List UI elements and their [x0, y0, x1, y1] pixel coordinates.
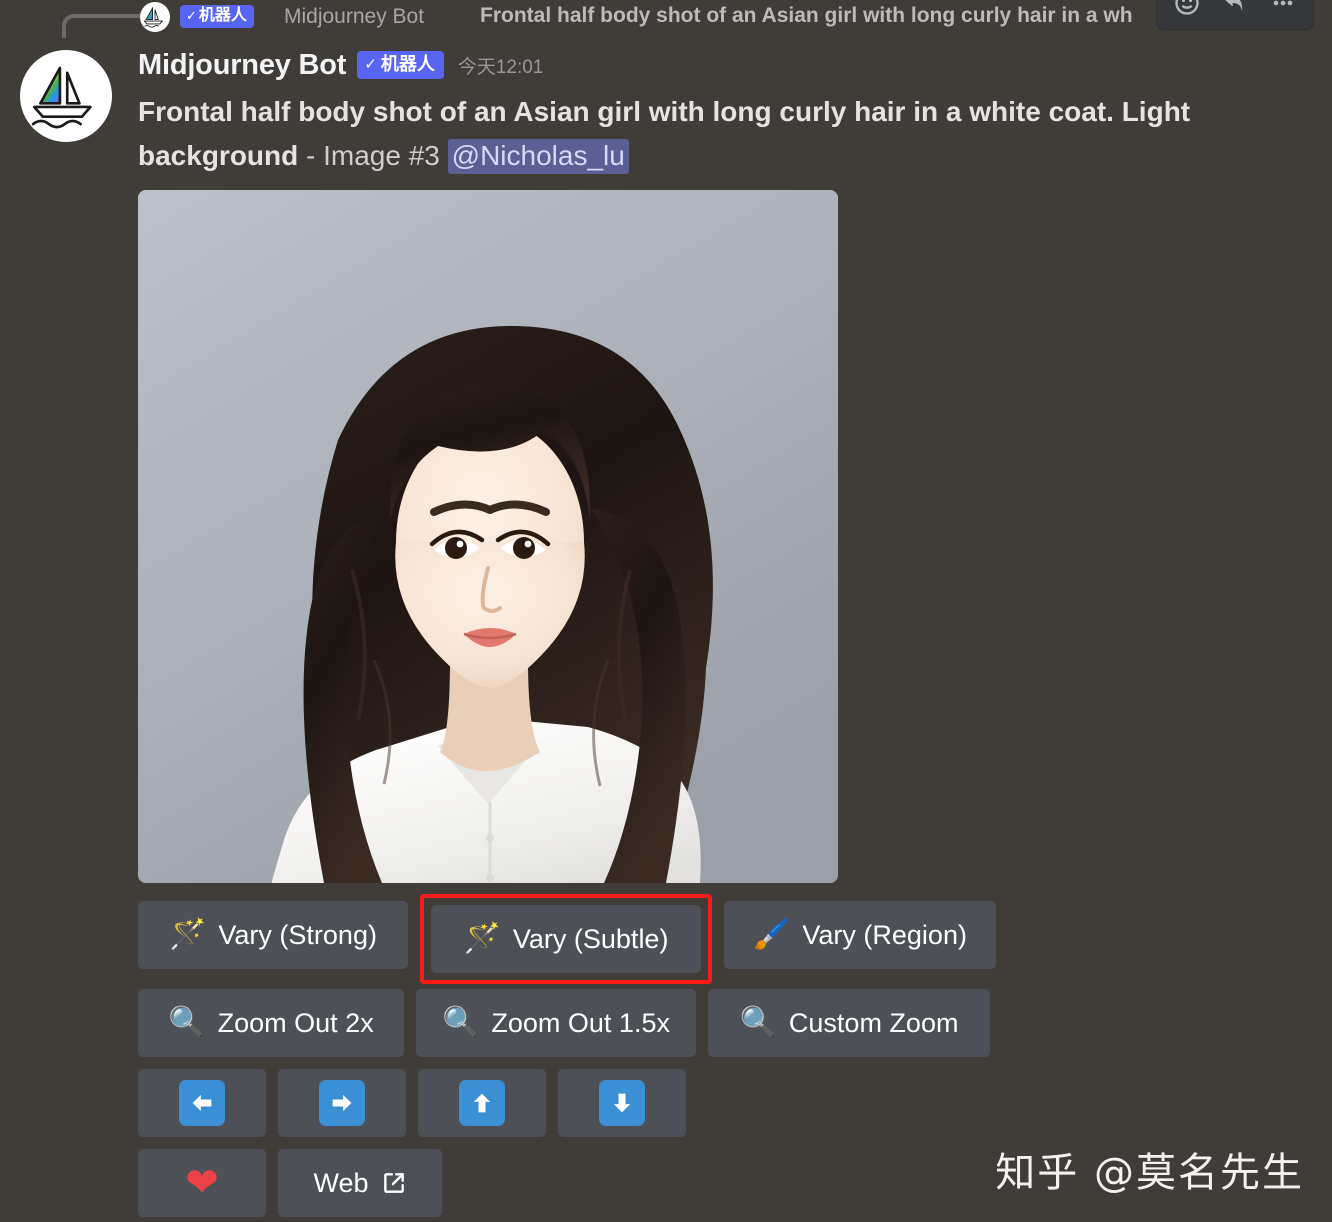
reply-bot-badge: ✓ 机器人	[180, 5, 254, 28]
reply-elbow-line	[62, 14, 140, 38]
reply-avatar	[140, 2, 170, 32]
message-hover-toolbar[interactable]	[1156, 0, 1314, 30]
message-text: Frontal half body shot of an Asian girl …	[138, 90, 1268, 178]
zoom-out-2x-button[interactable]: 🔍 Zoom Out 2x	[138, 989, 404, 1057]
bot-message: Midjourney Bot ✓ 机器人 今天12:01 Frontal half…	[0, 44, 1332, 1222]
magnifier-icon: 🔍	[739, 1006, 777, 1039]
web-label: Web	[313, 1167, 369, 1198]
reply-bot-badge-label: 机器人	[198, 7, 247, 24]
favorite-button[interactable]: ❤	[138, 1149, 266, 1217]
reply-icon[interactable]	[1213, 0, 1257, 23]
add-reaction-icon[interactable]	[1165, 0, 1209, 23]
generated-image-content	[138, 190, 838, 883]
magic-wand-icon: 🪄	[463, 922, 501, 955]
image-index-text: - Image #3	[298, 140, 448, 171]
verified-check-icon: ✓	[364, 55, 377, 73]
magnifier-icon: 🔍	[168, 1006, 206, 1039]
vary-strong-button[interactable]: 🪄 Vary (Strong)	[138, 901, 408, 969]
avatar[interactable]	[20, 50, 112, 142]
zoom-out-2x-label: Zoom Out 2x	[217, 1007, 374, 1038]
verified-check-icon: ✓	[186, 8, 197, 23]
vary-subtle-label: Vary (Subtle)	[512, 923, 669, 954]
pan-up-button[interactable]	[418, 1069, 546, 1137]
arrow-up-icon	[459, 1080, 505, 1126]
zoom-out-15x-button[interactable]: 🔍 Zoom Out 1.5x	[416, 989, 696, 1057]
custom-zoom-button[interactable]: 🔍 Custom Zoom	[708, 989, 990, 1057]
heart-icon: ❤	[185, 1161, 219, 1205]
message-timestamp: 今天12:01	[457, 56, 544, 78]
pan-left-button[interactable]	[138, 1069, 266, 1137]
more-options-icon[interactable]	[1261, 0, 1305, 23]
watermark: 知乎 @莫名先生	[995, 1150, 1304, 1196]
reply-context-strip[interactable]: ✓ 机器人 Midjourney Bot Frontal half body sh…	[0, 0, 1332, 38]
arrow-left-icon	[179, 1080, 225, 1126]
zoom-out-15x-label: Zoom Out 1.5x	[491, 1007, 670, 1038]
message-header: Midjourney Bot ✓ 机器人 今天12:01	[138, 44, 1332, 86]
paintbrush-icon: 🖌️	[753, 918, 791, 951]
user-mention[interactable]: @Nicholas_lu	[447, 139, 629, 174]
arrow-down-icon	[599, 1080, 645, 1126]
bot-badge: ✓ 机器人	[357, 51, 444, 79]
magic-wand-icon: 🪄	[169, 918, 207, 951]
button-row-vary: 🪄 Vary (Strong) 🪄 Vary (Subtle) 🖌️ Vary …	[138, 894, 1332, 984]
bot-badge-label: 机器人	[380, 54, 435, 75]
pan-down-button[interactable]	[558, 1069, 686, 1137]
vary-region-label: Vary (Region)	[802, 919, 967, 950]
midjourney-sailboat-logo	[31, 66, 92, 129]
reply-preview-text[interactable]: Frontal half body shot of an Asian girl …	[480, 4, 1133, 28]
external-link-icon	[381, 1170, 407, 1196]
arrow-right-icon	[319, 1080, 365, 1126]
prompt-text: Frontal half body shot of an Asian girl …	[138, 96, 1191, 171]
vary-subtle-button[interactable]: 🪄 Vary (Subtle)	[431, 905, 701, 973]
generated-image[interactable]	[138, 190, 838, 883]
author-name[interactable]: Midjourney Bot	[138, 49, 346, 82]
button-row-zoom: 🔍 Zoom Out 2x 🔍 Zoom Out 1.5x 🔍 Custom Z…	[138, 989, 1332, 1057]
reply-author-name[interactable]: Midjourney Bot	[284, 5, 424, 29]
magnifier-icon: 🔍	[442, 1006, 480, 1039]
pan-right-button[interactable]	[278, 1069, 406, 1137]
midjourney-sailboat-logo	[143, 6, 164, 28]
vary-strong-label: Vary (Strong)	[218, 919, 377, 950]
button-row-pan	[138, 1069, 1332, 1137]
annotation-highlight-box: 🪄 Vary (Subtle)	[420, 894, 712, 984]
vary-region-button[interactable]: 🖌️ Vary (Region)	[724, 901, 996, 969]
web-button[interactable]: Web	[278, 1149, 442, 1217]
custom-zoom-label: Custom Zoom	[788, 1007, 959, 1038]
